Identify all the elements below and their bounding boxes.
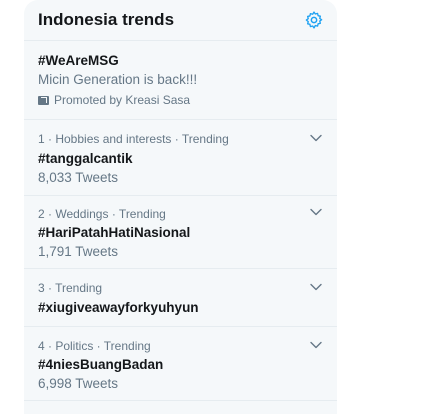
promoted-trend[interactable]: #WeAreMSG Micin Generation is back!!! Pr… [24,41,337,120]
promoted-icon [38,95,49,105]
trend-item[interactable]: 3 · Trending #xiugiveawayforkyuhyun [24,269,337,327]
trend-tweet-count: 8,033 Tweets [38,170,119,185]
chevron-down-icon[interactable] [310,341,322,349]
trend-hashtag: #tanggalcantik [38,151,133,166]
trend-meta: 3 · Trending [38,281,103,295]
trend-item[interactable]: 4 · Politics · Trending #4niesBuangBadan… [24,327,337,401]
chevron-down-icon[interactable] [310,208,322,216]
trend-item[interactable]: 2 · Weddings · Trending #HariPatahHatiNa… [24,196,337,269]
promoted-label: Promoted by Kreasi Sasa [38,93,190,107]
trend-meta: 2 · Weddings · Trending [38,207,166,221]
trend-hashtag: #WeAreMSG [38,53,119,68]
promoted-by-text: Promoted by Kreasi Sasa [54,93,191,107]
trends-header: Indonesia trends [24,0,337,41]
trend-hashtag: #xiugiveawayforkyuhyun [38,300,199,315]
chevron-down-icon[interactable] [310,283,322,291]
trend-tweet-count: 1,791 Tweets [38,244,119,259]
trend-tweet-count: 6,998 Tweets [38,376,119,391]
promoted-description: Micin Generation is back!!! [38,72,198,87]
trend-item[interactable]: 1 · Hobbies and interests · Trending #ta… [24,120,337,196]
trend-meta: 1 · Hobbies and interests · Trending [38,132,229,146]
trends-panel: Indonesia trends #WeAreMSG Micin Generat… [24,0,337,414]
gear-icon[interactable] [304,10,324,30]
trend-hashtag: #4niesBuangBadan [38,357,164,372]
trend-hashtag: #HariPatahHatiNasional [38,225,191,240]
chevron-down-icon[interactable] [310,134,322,142]
trends-title: Indonesia trends [38,10,175,29]
trend-meta: 4 · Politics · Trending [38,339,151,353]
